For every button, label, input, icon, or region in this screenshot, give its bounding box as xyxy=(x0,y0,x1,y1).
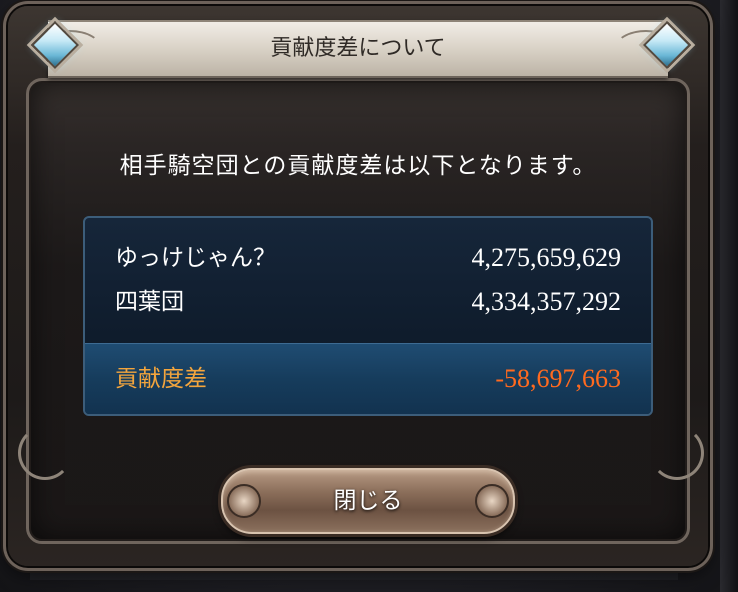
contribution-difference-dialog: 貢献度差について 相手騎空団との貢献度差は以下となります。 ゆっけじゃん？ 4,… xyxy=(8,6,708,566)
dialog-message: 相手騎空団との貢献度差は以下となります。 xyxy=(119,153,597,179)
crew-row: 四葉団 4,334,357,292 xyxy=(115,284,621,320)
crew-contribution: 4,334,357,292 xyxy=(471,287,622,316)
background-edge xyxy=(720,0,738,592)
dialog-title: 貢献度差について xyxy=(270,36,446,61)
contribution-panel: ゆっけじゃん？ 4,275,659,629 四葉団 4,334,357,292 … xyxy=(83,216,653,416)
crew-contribution: 4,275,659,629 xyxy=(471,243,622,272)
close-button-label: 閉じる xyxy=(333,488,403,514)
difference-band: 貢献度差 -58,697,663 xyxy=(85,343,651,414)
close-button[interactable]: 閉じる xyxy=(221,468,515,534)
difference-value: -58,697,663 xyxy=(495,364,621,393)
crew-row: ゆっけじゃん？ 4,275,659,629 xyxy=(115,240,621,276)
ornament-icon xyxy=(650,426,704,480)
difference-label: 貢献度差 xyxy=(115,366,207,392)
crew-name: ゆっけじゃん？ xyxy=(115,245,276,271)
ornament-icon xyxy=(18,426,72,480)
dialog-title-bar: 貢献度差について xyxy=(38,20,678,78)
crew-name: 四葉団 xyxy=(115,289,184,315)
difference-row: 貢献度差 -58,697,663 xyxy=(115,361,621,397)
